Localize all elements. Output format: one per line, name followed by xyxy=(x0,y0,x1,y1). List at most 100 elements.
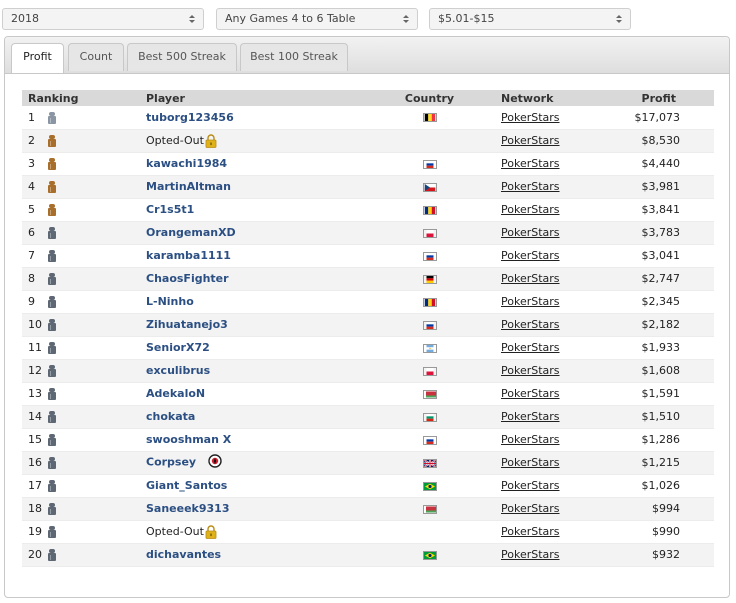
player-link[interactable]: SeniorX72 xyxy=(146,341,210,354)
select-arrows-icon xyxy=(189,13,195,25)
player-link[interactable]: dichavantes xyxy=(146,548,221,561)
profit-cell: $2,345 xyxy=(608,290,714,314)
country-cell xyxy=(358,313,501,337)
rank-number: 8 xyxy=(28,272,35,285)
player-link[interactable]: exculibrus xyxy=(146,364,210,377)
player-link[interactable]: swooshman X xyxy=(146,433,231,446)
russia-flag-icon xyxy=(422,320,437,330)
network-link[interactable]: PokerStars xyxy=(501,525,560,538)
network-link[interactable]: PokerStars xyxy=(501,479,560,492)
player-link[interactable]: Zihuatanejo3 xyxy=(146,318,228,331)
network-link[interactable]: PokerStars xyxy=(501,364,560,377)
tab-count[interactable]: Count xyxy=(68,43,124,71)
network-cell: PokerStars xyxy=(501,497,608,521)
table-row: 2 Opted-Out PokerStars $8,530 xyxy=(22,129,714,153)
profit-cell: $2,747 xyxy=(608,267,714,291)
ranking-cell: 10 xyxy=(22,313,146,337)
network-link[interactable]: PokerStars xyxy=(501,134,560,147)
header-network[interactable]: Network xyxy=(501,90,608,106)
country-cell xyxy=(358,198,501,222)
network-link[interactable]: PokerStars xyxy=(501,548,560,561)
player-link[interactable]: ChaosFighter xyxy=(146,272,229,285)
player-cell: Zihuatanejo3 xyxy=(146,313,358,337)
player-cell: chokata xyxy=(146,405,358,429)
tab-best-100-streak[interactable]: Best 100 Streak xyxy=(240,43,348,71)
ranking-cell: 1 xyxy=(22,106,146,130)
player-cell: Cr1s5t1 xyxy=(146,198,358,222)
network-link[interactable]: PokerStars xyxy=(501,249,560,262)
network-link[interactable]: PokerStars xyxy=(501,226,560,239)
table-row: 20 dichavantes PokerStars $932 xyxy=(22,543,714,567)
player-link[interactable]: Cr1s5t1 xyxy=(146,203,194,216)
network-link[interactable]: PokerStars xyxy=(501,341,560,354)
player-link[interactable]: Corpsey xyxy=(146,456,196,469)
network-link[interactable]: PokerStars xyxy=(501,502,560,515)
chip-stack-icon xyxy=(48,273,56,285)
profit-cell: $2,182 xyxy=(608,313,714,337)
network-link[interactable]: PokerStars xyxy=(501,111,560,124)
games-select[interactable]: Any Games 4 to 6 Table xyxy=(216,8,418,30)
player-cell: SeniorX72 xyxy=(146,336,358,360)
network-link[interactable]: PokerStars xyxy=(501,433,560,446)
lock-icon xyxy=(205,133,217,148)
profit-cell: $4,440 xyxy=(608,152,714,176)
network-link[interactable]: PokerStars xyxy=(501,157,560,170)
profit-cell: $3,783 xyxy=(608,221,714,245)
profit-cell: $1,510 xyxy=(608,405,714,429)
tab-profit[interactable]: Profit xyxy=(11,43,64,73)
table-row: 15 swooshman X PokerStars $1,286 xyxy=(22,428,714,452)
stakes-select[interactable]: $5.01-$15 xyxy=(429,8,631,30)
player-link[interactable]: OrangemanXD xyxy=(146,226,236,239)
table-row: 14 chokata PokerStars $1,510 xyxy=(22,405,714,429)
header-profit[interactable]: Profit xyxy=(608,90,714,106)
ranking-cell: 2 xyxy=(22,129,146,153)
player-link[interactable]: L-Ninho xyxy=(146,295,194,308)
player-link[interactable]: karamba1111 xyxy=(146,249,231,262)
tab-best-500-streak[interactable]: Best 500 Streak xyxy=(127,43,237,71)
player-link[interactable]: Giant_Santos xyxy=(146,479,227,492)
table-row: 13 AdekaloN PokerStars $1,591 xyxy=(22,382,714,406)
table-header-row: Ranking Player Country Network Profit xyxy=(22,90,714,106)
rank-number: 1 xyxy=(28,110,35,124)
lock-icon xyxy=(205,524,217,539)
russia-flag-icon xyxy=(422,435,437,445)
country-cell xyxy=(358,175,501,199)
network-link[interactable]: PokerStars xyxy=(501,410,560,423)
results-panel: Profit Count Best 500 Streak Best 100 St… xyxy=(4,36,730,598)
header-country[interactable]: Country xyxy=(358,90,501,106)
player-link[interactable]: AdekaloN xyxy=(146,387,205,400)
select-arrows-icon xyxy=(616,13,622,25)
country-cell xyxy=(358,543,501,567)
player-link[interactable]: tuborg123456 xyxy=(146,111,234,124)
player-link[interactable]: MartinAltman xyxy=(146,180,231,193)
header-ranking[interactable]: Ranking xyxy=(22,90,146,106)
player-link[interactable]: Saneeek9313 xyxy=(146,502,230,515)
profit-cell: $1,286 xyxy=(608,428,714,452)
network-link[interactable]: PokerStars xyxy=(501,387,560,400)
network-link[interactable]: PokerStars xyxy=(501,456,560,469)
country-cell xyxy=(358,129,501,153)
profit-cell: $932 xyxy=(608,543,714,567)
network-cell: PokerStars xyxy=(501,359,608,383)
rank-number: 12 xyxy=(28,364,42,377)
rank-number: 17 xyxy=(28,479,42,492)
player-link[interactable]: chokata xyxy=(146,410,195,423)
network-link[interactable]: PokerStars xyxy=(501,318,560,331)
country-cell xyxy=(358,267,501,291)
network-link[interactable]: PokerStars xyxy=(501,180,560,193)
header-player[interactable]: Player xyxy=(146,90,358,106)
ranking-cell: 6 xyxy=(22,221,146,245)
network-link[interactable]: PokerStars xyxy=(501,295,560,308)
player-cell: Opted-Out xyxy=(146,520,358,544)
network-link[interactable]: PokerStars xyxy=(501,272,560,285)
network-link[interactable]: PokerStars xyxy=(501,203,560,216)
profit-cell: $3,041 xyxy=(608,244,714,268)
network-cell: PokerStars xyxy=(501,474,608,498)
belarus-flag-icon xyxy=(422,504,437,514)
year-select[interactable]: 2018 xyxy=(2,8,204,30)
russia-flag-icon xyxy=(422,251,437,261)
player-link[interactable]: kawachi1984 xyxy=(146,157,227,170)
chip-stack-icon xyxy=(48,250,56,262)
chip-stack-icon xyxy=(48,480,56,492)
pokerstars-pro-badge-icon xyxy=(208,454,222,471)
